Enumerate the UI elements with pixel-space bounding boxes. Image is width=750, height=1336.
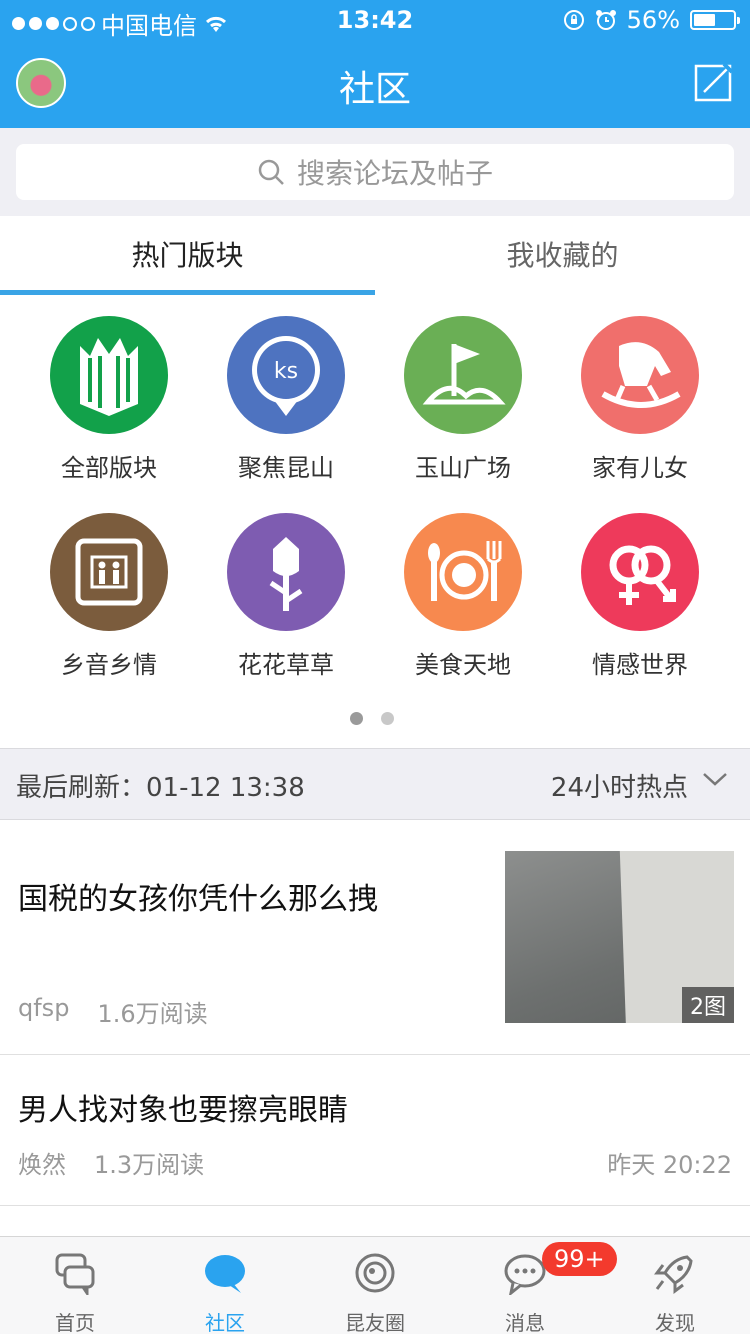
post-title[interactable]: 国税的女孩你凭什么那么拽 xyxy=(18,874,378,918)
refresh-time: 01-12 13:38 xyxy=(146,773,305,803)
status-right: 56% xyxy=(563,6,740,34)
gender-rings-icon xyxy=(581,513,699,631)
message-count-badge: 99+ xyxy=(542,1242,617,1276)
post-item[interactable]: 男人找对象也要擦亮眼睛 焕然 1.3万阅读 昨天 20:22 xyxy=(0,1055,750,1206)
forum-emotion[interactable]: 情感世界 xyxy=(546,513,734,680)
post-title[interactable]: 男人找对象也要擦亮眼睛 xyxy=(18,1085,348,1129)
bottom-tab-bar: 首页 社区 昆友圈 消息 发现 xyxy=(0,1236,750,1335)
image-count-badge: 2图 xyxy=(682,987,734,1023)
forum-label: 全部版块 xyxy=(61,454,157,482)
tab-indicator xyxy=(0,290,375,295)
location-pin-icon: ks xyxy=(227,316,345,434)
message-icon xyxy=(504,1254,546,1295)
search-input[interactable]: 搜索论坛及帖子 xyxy=(16,144,734,200)
section-tabs: 热门版块 我收藏的 xyxy=(0,216,750,297)
forum-flowers[interactable]: 花花草草 xyxy=(192,513,380,680)
forum-label: 家有儿女 xyxy=(592,454,688,482)
page-indicator xyxy=(350,712,394,725)
forum-label: 花花草草 xyxy=(238,651,334,679)
filter-select[interactable]: 24小时热点 xyxy=(551,767,688,804)
pin-text: ks xyxy=(274,359,298,384)
flower-icon xyxy=(227,513,345,631)
forum-label: 玉山广场 xyxy=(415,454,511,482)
forum-label: 聚焦昆山 xyxy=(238,454,334,482)
forum-label: 美食天地 xyxy=(415,651,511,679)
chevron-down-icon[interactable] xyxy=(702,771,728,787)
dining-icon xyxy=(404,513,522,631)
community-bubble-icon xyxy=(205,1255,245,1293)
battery-percent: 56% xyxy=(626,6,680,34)
forum-hometown[interactable]: 乡音乡情 xyxy=(15,513,203,680)
tab-hot-forums[interactable]: 热门版块 xyxy=(0,216,375,296)
search-area: 搜索论坛及帖子 xyxy=(0,128,750,216)
alarm-icon xyxy=(595,10,616,30)
book-icon xyxy=(50,316,168,434)
post-item[interactable]: 国税的女孩你凭什么那么拽 qfsp 1.6万阅读 2图 xyxy=(0,820,750,1055)
rocket-icon xyxy=(654,1255,693,1294)
tab-friends-circle[interactable]: 昆友圈 xyxy=(300,1237,450,1335)
post-reads: 1.3万阅读 xyxy=(94,1151,205,1179)
elevator-people-icon xyxy=(50,513,168,631)
tab-label: 消息 xyxy=(505,1311,545,1335)
page-title: 社区 xyxy=(338,69,411,110)
tab-community[interactable]: 社区 xyxy=(150,1237,300,1335)
refresh-prefix: 最后刷新： xyxy=(16,773,147,803)
rocking-horse-icon xyxy=(581,316,699,434)
flag-hill-icon xyxy=(404,316,522,434)
tab-home[interactable]: 首页 xyxy=(0,1237,150,1335)
tab-discover[interactable]: 发现 xyxy=(600,1237,750,1335)
tab-my-favorites[interactable]: 我收藏的 xyxy=(375,216,750,296)
tab-label: 发现 xyxy=(655,1311,695,1335)
post-meta: 焕然 1.3万阅读 xyxy=(18,1145,204,1180)
search-placeholder: 搜索论坛及帖子 xyxy=(296,157,493,190)
last-refresh: 最后刷新：01-12 13:38 xyxy=(16,767,305,804)
forum-grid: 全部版块 ks 聚焦昆山 玉山广场 家有儿女 乡音乡情 花花草草 美食天地 情感… xyxy=(0,296,750,748)
post-reads: 1.6万阅读 xyxy=(97,1000,208,1028)
compose-icon[interactable] xyxy=(694,62,734,102)
page-dot[interactable] xyxy=(381,712,394,725)
forum-food[interactable]: 美食天地 xyxy=(369,513,557,680)
post-author: 焕然 xyxy=(18,1151,66,1179)
post-author: qfsp xyxy=(18,994,70,1022)
rotation-lock-icon xyxy=(563,10,584,30)
home-chat-icon xyxy=(55,1253,95,1295)
post-time: 昨天 20:22 xyxy=(607,1151,732,1179)
tab-label: 昆友圈 xyxy=(345,1311,405,1335)
forum-label: 乡音乡情 xyxy=(61,651,157,679)
forum-yushan-square[interactable]: 玉山广场 xyxy=(369,316,557,483)
status-bar: 中国电信 13:42 56% xyxy=(0,0,750,40)
post-thumbnail[interactable]: 2图 xyxy=(505,851,734,1023)
top-bar: 中国电信 13:42 56% 社区 xyxy=(0,0,750,128)
battery-icon xyxy=(690,10,740,30)
page-dot[interactable] xyxy=(350,712,363,725)
forum-focus-kunshan[interactable]: ks 聚焦昆山 xyxy=(192,316,380,483)
forum-all[interactable]: 全部版块 xyxy=(15,316,203,483)
post-meta: qfsp 1.6万阅读 xyxy=(18,994,208,1029)
forum-family-kids[interactable]: 家有儿女 xyxy=(546,316,734,483)
forum-label: 情感世界 xyxy=(592,651,688,679)
tab-label: 首页 xyxy=(55,1311,95,1335)
refresh-bar: 最后刷新：01-12 13:38 24小时热点 xyxy=(0,748,750,820)
circle-eye-icon xyxy=(355,1253,395,1293)
search-icon xyxy=(258,159,284,185)
tab-label: 社区 xyxy=(205,1311,245,1335)
